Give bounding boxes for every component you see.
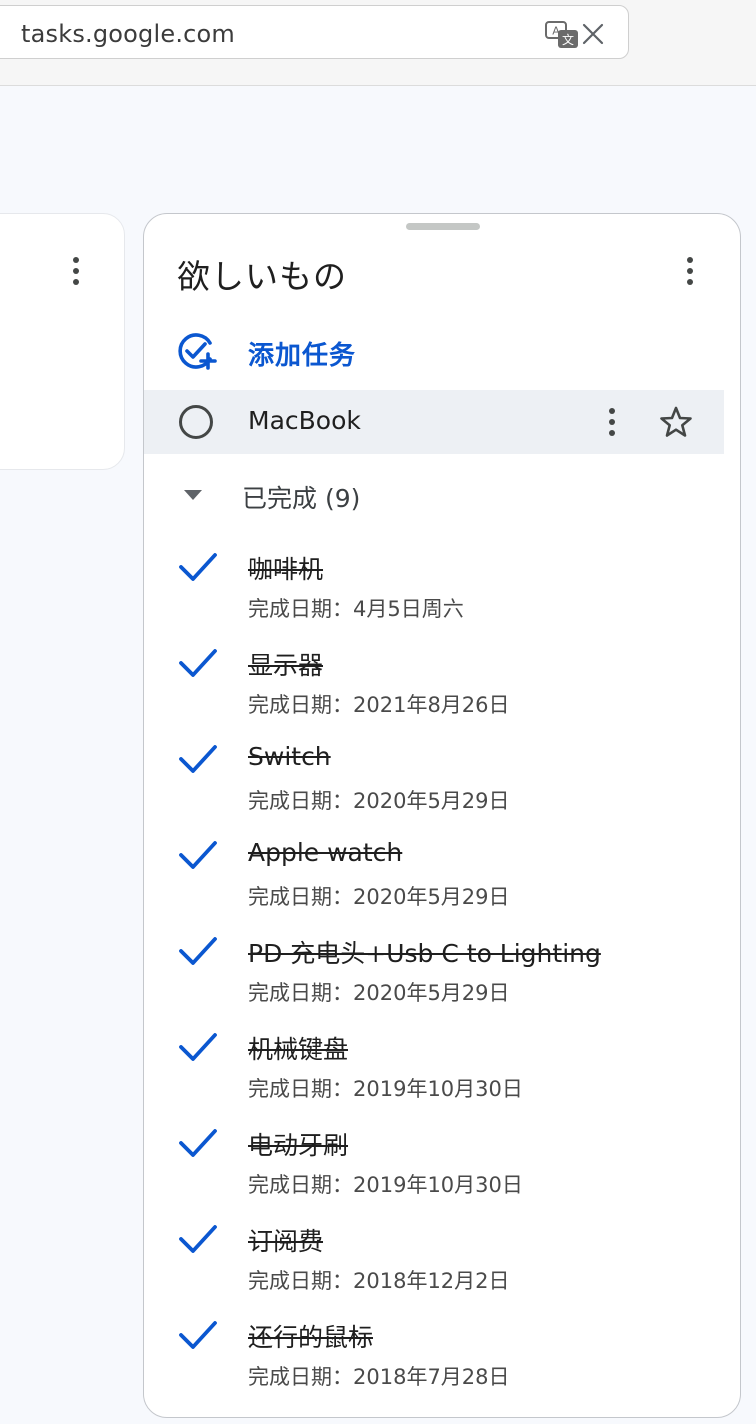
more-vert-icon[interactable]	[601, 405, 623, 439]
completed-date: 完成日期：4月5日周六	[248, 597, 464, 621]
completed-date: 完成日期：2021年8月26日	[248, 693, 510, 717]
more-vert-icon[interactable]	[678, 254, 702, 288]
check-icon[interactable]	[178, 1126, 218, 1160]
check-icon[interactable]	[178, 742, 218, 776]
more-vert-icon[interactable]	[64, 255, 88, 287]
check-icon[interactable]	[178, 1030, 218, 1064]
completed-task-title[interactable]: Apple watch	[248, 838, 402, 867]
check-icon[interactable]	[178, 646, 218, 680]
task-complete-checkbox[interactable]	[179, 405, 213, 439]
close-icon[interactable]	[581, 22, 605, 46]
completed-date: 完成日期：2020年5月29日	[248, 789, 510, 813]
task-list-panel: 欲しいもの 添加任务 MacBook 已完成 (9) 咖啡机 完成日期：4月5日…	[143, 213, 741, 1418]
completed-task-title[interactable]: 电动牙刷	[248, 1126, 348, 1162]
completed-task-item[interactable]: PD 充电头+Usb C to Lighting 完成日期：2020年5月29日	[144, 924, 724, 1020]
star-outline-icon[interactable]	[659, 405, 693, 439]
completed-task-title[interactable]: Switch	[248, 742, 331, 771]
url-text[interactable]: tasks.google.com	[21, 20, 235, 48]
list-title: 欲しいもの	[177, 257, 347, 296]
drag-handle[interactable]	[406, 223, 480, 230]
address-bar[interactable]: tasks.google.com A 文	[0, 5, 629, 59]
check-icon[interactable]	[178, 838, 218, 872]
add-task-icon	[178, 333, 217, 370]
completed-task-title[interactable]: 机械键盘	[248, 1030, 348, 1066]
check-icon[interactable]	[178, 934, 218, 968]
completed-task-title[interactable]: 咖啡机	[248, 550, 323, 586]
completed-task-item[interactable]: 还行的鼠标 完成日期：2018年7月28日	[144, 1308, 724, 1404]
completed-task-item[interactable]: 电动牙刷 完成日期：2019年10月30日	[144, 1116, 724, 1212]
completed-date: 完成日期：2019年10月30日	[248, 1077, 523, 1101]
completed-task-item[interactable]: Switch 完成日期：2020年5月29日	[144, 732, 724, 828]
completed-task-title[interactable]: PD 充电头+Usb C to Lighting	[248, 934, 601, 970]
task-title[interactable]: MacBook	[248, 406, 361, 435]
completed-date: 完成日期：2019年10月30日	[248, 1173, 523, 1197]
check-icon[interactable]	[178, 550, 218, 584]
translate-icon[interactable]: A 文	[544, 20, 580, 50]
add-task-button[interactable]: 添加任务	[176, 330, 476, 374]
browser-toolbar: tasks.google.com A 文	[0, 0, 756, 86]
caret-down-icon	[184, 490, 202, 500]
completed-section-toggle[interactable]: 已完成 (9)	[180, 476, 480, 516]
task-item[interactable]: MacBook	[144, 390, 724, 454]
completed-task-item[interactable]: Apple watch 完成日期：2020年5月29日	[144, 828, 724, 924]
completed-task-item[interactable]: 机械键盘 完成日期：2019年10月30日	[144, 1020, 724, 1116]
adjacent-list-card	[0, 213, 125, 470]
completed-task-item[interactable]: 咖啡机 完成日期：4月5日周六	[144, 540, 724, 636]
completed-task-item[interactable]: 显示器 完成日期：2021年8月26日	[144, 636, 724, 732]
completed-date: 完成日期：2018年7月28日	[248, 1365, 510, 1389]
completed-date: 完成日期：2020年5月29日	[248, 981, 510, 1005]
completed-task-title[interactable]: 显示器	[248, 646, 323, 682]
completed-section-label: 已完成 (9)	[242, 484, 361, 513]
check-icon[interactable]	[178, 1318, 218, 1352]
check-icon[interactable]	[178, 1222, 218, 1256]
completed-task-list: 咖啡机 完成日期：4月5日周六 显示器 完成日期：2021年8月26日 Swit…	[144, 540, 724, 1404]
completed-task-title[interactable]: 订阅费	[248, 1222, 323, 1258]
completed-date: 完成日期：2020年5月29日	[248, 885, 510, 909]
completed-date: 完成日期：2018年12月2日	[248, 1269, 510, 1293]
add-task-label: 添加任务	[248, 341, 357, 371]
completed-task-item[interactable]: 订阅费 完成日期：2018年12月2日	[144, 1212, 724, 1308]
completed-task-title[interactable]: 还行的鼠标	[248, 1318, 373, 1354]
svg-text:文: 文	[562, 32, 574, 47]
